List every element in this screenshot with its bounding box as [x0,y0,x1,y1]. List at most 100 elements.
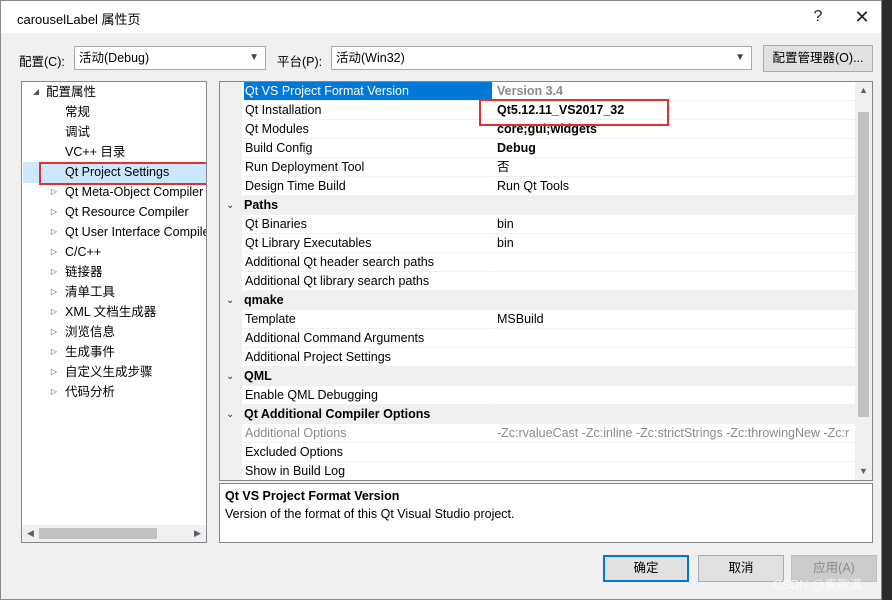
expand-triangle-icon[interactable]: ▷ [48,182,60,202]
platform-combo[interactable]: 活动(Win32) ▼ [331,46,752,70]
grid-row[interactable]: Qt Binaries bin [220,215,856,234]
property-value[interactable]: MSBuild [494,310,856,329]
property-name[interactable]: Enable QML Debugging [244,386,492,405]
chevron-down-icon[interactable]: ⌄ [226,196,238,215]
property-value[interactable]: bin [494,215,856,234]
property-name[interactable]: Run Deployment Tool [244,158,492,177]
grid-category[interactable]: ⌄ QML [220,367,856,386]
scroll-thumb[interactable] [858,112,869,417]
tree-item[interactable]: VC++ 目录 [22,142,206,162]
tree-item[interactable]: ▷ C/C++ [22,242,206,262]
tree-item[interactable]: ▷ 清单工具 [22,282,206,302]
scroll-left-icon[interactable]: ◀ [22,525,39,542]
scroll-right-icon[interactable]: ▶ [189,525,206,542]
title-bar[interactable]: carouselLabel 属性页 ? ✕ [1,1,881,33]
grid-row[interactable]: Run Deployment Tool 否 [220,158,856,177]
grid-row[interactable]: Additional Qt library search paths [220,272,856,291]
property-name[interactable]: Qt Library Executables [244,234,492,253]
tree-item[interactable]: 调试 [22,122,206,142]
config-manager-button[interactable]: 配置管理器(O)... [763,45,873,72]
grid-row[interactable]: Qt Library Executables bin [220,234,856,253]
expand-triangle-icon[interactable]: ▷ [48,342,60,362]
grid-row[interactable]: Design Time Build Run Qt Tools [220,177,856,196]
grid-row[interactable]: Enable QML Debugging [220,386,856,405]
collapse-triangle-icon[interactable]: ◢ [30,82,42,102]
tree-item[interactable]: ▷ XML 文档生成器 [22,302,206,322]
property-value[interactable] [494,329,856,348]
grid-category[interactable]: ⌄ qmake [220,291,856,310]
property-value[interactable] [494,386,856,405]
description-title: Qt VS Project Format Version [225,489,400,503]
tree-item[interactable]: ◢ 配置属性 [22,82,206,102]
scroll-thumb[interactable] [39,528,157,539]
property-grid[interactable]: Qt VS Project Format Version Version 3.4 Q… [219,81,873,481]
property-name[interactable]: Additional Qt header search paths [244,253,492,272]
tree-item[interactable]: ▷ 浏览信息 [22,322,206,342]
property-value[interactable]: 否 [494,158,856,177]
property-value[interactable] [494,462,856,480]
grid-row[interactable]: Additional Options -Zc:rvalueCast -Zc:inl… [220,424,856,443]
grid-row[interactable]: Additional Qt header search paths [220,253,856,272]
grid-category[interactable]: ⌄ Qt Additional Compiler Options [220,405,856,424]
grid-row[interactable]: Additional Project Settings [220,348,856,367]
property-name[interactable]: Additional Qt library search paths [244,272,492,291]
property-value[interactable] [494,272,856,291]
cancel-button[interactable]: 取消 [698,555,784,582]
property-value[interactable]: -Zc:rvalueCast -Zc:inline -Zc:strictStri… [494,424,856,443]
property-name[interactable]: Design Time Build [244,177,492,196]
property-name[interactable]: Qt Installation [244,101,492,120]
grid-row[interactable]: Template MSBuild [220,310,856,329]
property-name[interactable]: Additional Options [244,424,492,443]
grid-row[interactable]: Additional Command Arguments [220,329,856,348]
tree-item[interactable]: ▷ 生成事件 [22,342,206,362]
expand-triangle-icon[interactable]: ▷ [48,202,60,222]
expand-triangle-icon[interactable]: ▷ [48,322,60,342]
chevron-down-icon[interactable]: ⌄ [226,291,238,310]
expand-triangle-icon[interactable]: ▷ [48,282,60,302]
property-name[interactable]: Additional Project Settings [244,348,492,367]
grid-row[interactable]: Excluded Options [220,443,856,462]
tree-item[interactable]: ▷ Qt User Interface Compiler [22,222,206,242]
expand-triangle-icon[interactable]: ▷ [48,382,60,402]
ok-button[interactable]: 确定 [603,555,689,582]
property-name[interactable]: Excluded Options [244,443,492,462]
platform-label: 平台(P): [277,55,323,69]
property-name[interactable]: Template [244,310,492,329]
property-tree[interactable]: ◢ 配置属性 常规 调试 VC++ 目录 Qt Project Settings ▷ Qt M… [21,81,207,543]
expand-triangle-icon[interactable]: ▷ [48,222,60,242]
expand-triangle-icon[interactable]: ▷ [48,362,60,382]
property-name[interactable]: Qt Modules [244,120,492,139]
help-button[interactable]: ? [795,1,841,33]
chevron-down-icon[interactable]: ⌄ [226,405,238,424]
expand-triangle-icon[interactable]: ▷ [48,262,60,282]
scroll-down-icon[interactable]: ▼ [855,463,872,480]
tree-item[interactable]: ▷ 链接器 [22,262,206,282]
property-value[interactable] [494,443,856,462]
property-value[interactable]: Debug [494,139,856,158]
tree-item[interactable]: ▷ 自定义生成步骤 [22,362,206,382]
grid-row[interactable]: Build Config Debug [220,139,856,158]
tree-item[interactable]: ▷ Qt Meta-Object Compiler [22,182,206,202]
property-value[interactable] [494,348,856,367]
config-combo[interactable]: 活动(Debug) ▼ [74,46,266,70]
tree-item[interactable]: 常规 [22,102,206,122]
property-value[interactable]: Run Qt Tools [494,177,856,196]
tree-item[interactable]: ▷ Qt Resource Compiler [22,202,206,222]
expand-triangle-icon[interactable]: ▷ [48,302,60,322]
tree-horizontal-scrollbar[interactable]: ◀ ▶ [22,525,206,542]
property-name[interactable]: Qt VS Project Format Version [244,82,492,101]
property-name[interactable]: Additional Command Arguments [244,329,492,348]
grid-vertical-scrollbar[interactable]: ▲ ▼ [855,82,872,480]
tree-item[interactable]: ▷ 代码分析 [22,382,206,402]
property-name[interactable]: Build Config [244,139,492,158]
property-value[interactable]: bin [494,234,856,253]
property-name[interactable]: Qt Binaries [244,215,492,234]
scroll-up-icon[interactable]: ▲ [855,82,872,99]
chevron-down-icon[interactable]: ⌄ [226,367,238,386]
property-name[interactable]: Show in Build Log [244,462,492,480]
close-button[interactable]: ✕ [839,1,885,33]
property-value[interactable] [494,253,856,272]
grid-category[interactable]: ⌄ Paths [220,196,856,215]
expand-triangle-icon[interactable]: ▷ [48,242,60,262]
grid-row[interactable]: Show in Build Log [220,462,856,480]
